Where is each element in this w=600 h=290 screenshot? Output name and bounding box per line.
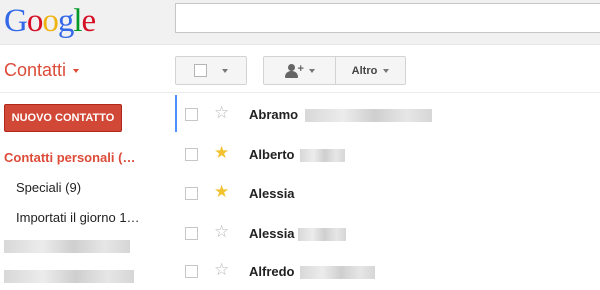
sidebar-item-redacted[interactable] — [4, 270, 134, 283]
contact-surname-redacted — [300, 149, 345, 162]
row-checkbox[interactable] — [185, 148, 198, 161]
sidebar-item-imported[interactable]: Importati il giorno 1… — [16, 210, 140, 225]
contact-surname-redacted — [298, 228, 346, 241]
star-icon[interactable]: ☆ — [214, 223, 229, 241]
contact-row[interactable]: ☆ Abramo — [175, 95, 600, 133]
checkbox-icon — [194, 64, 207, 77]
google-logo[interactable]: Google — [4, 3, 96, 39]
chevron-down-icon — [222, 68, 228, 73]
top-bar: Google — [0, 0, 600, 45]
contact-name: Alessia — [249, 226, 295, 241]
app-switcher[interactable]: Contatti — [4, 60, 80, 81]
contact-row[interactable]: ★ Alberto — [175, 135, 600, 173]
row-checkbox[interactable] — [185, 265, 198, 278]
search-input[interactable] — [175, 3, 600, 33]
contact-name: Alessia — [249, 186, 295, 201]
contact-row[interactable]: ☆ Alessia — [175, 214, 600, 252]
row-checkbox[interactable] — [185, 187, 198, 200]
add-to-group-button[interactable]: + — [264, 57, 336, 84]
select-menu-button[interactable] — [175, 56, 247, 85]
contact-row[interactable]: ☆ Alfredo — [175, 252, 600, 290]
toolbar-button-group: + Altro — [263, 56, 406, 85]
chevron-down-icon — [383, 68, 390, 73]
star-icon[interactable]: ★ — [214, 144, 229, 162]
chevron-down-icon — [73, 68, 80, 73]
contact-surname-redacted — [300, 266, 375, 279]
add-person-icon: + — [284, 63, 304, 78]
more-button-label: Altro — [351, 64, 378, 77]
more-button[interactable]: Altro — [336, 57, 405, 84]
chevron-down-icon — [308, 68, 315, 73]
star-icon[interactable]: ☆ — [214, 104, 229, 122]
contact-name: Abramo — [249, 107, 299, 122]
contact-name: Alfredo — [249, 264, 295, 279]
new-contact-button[interactable]: NUOVO CONTATTO — [4, 104, 122, 132]
sidebar-item-redacted[interactable] — [4, 240, 130, 253]
star-icon[interactable]: ☆ — [214, 261, 229, 279]
contact-name: Alberto — [249, 147, 295, 162]
header-divider — [0, 92, 600, 93]
contact-surname-redacted — [305, 109, 432, 122]
star-icon[interactable]: ★ — [214, 183, 229, 201]
app-title: Contatti — [4, 60, 67, 80]
sidebar-item-personal-contacts[interactable]: Contatti personali (… — [4, 150, 135, 165]
sidebar-item-special[interactable]: Speciali (9) — [16, 180, 81, 195]
row-checkbox[interactable] — [185, 227, 198, 240]
row-checkbox[interactable] — [185, 108, 198, 121]
contact-row[interactable]: ★ Alessia — [175, 174, 600, 212]
